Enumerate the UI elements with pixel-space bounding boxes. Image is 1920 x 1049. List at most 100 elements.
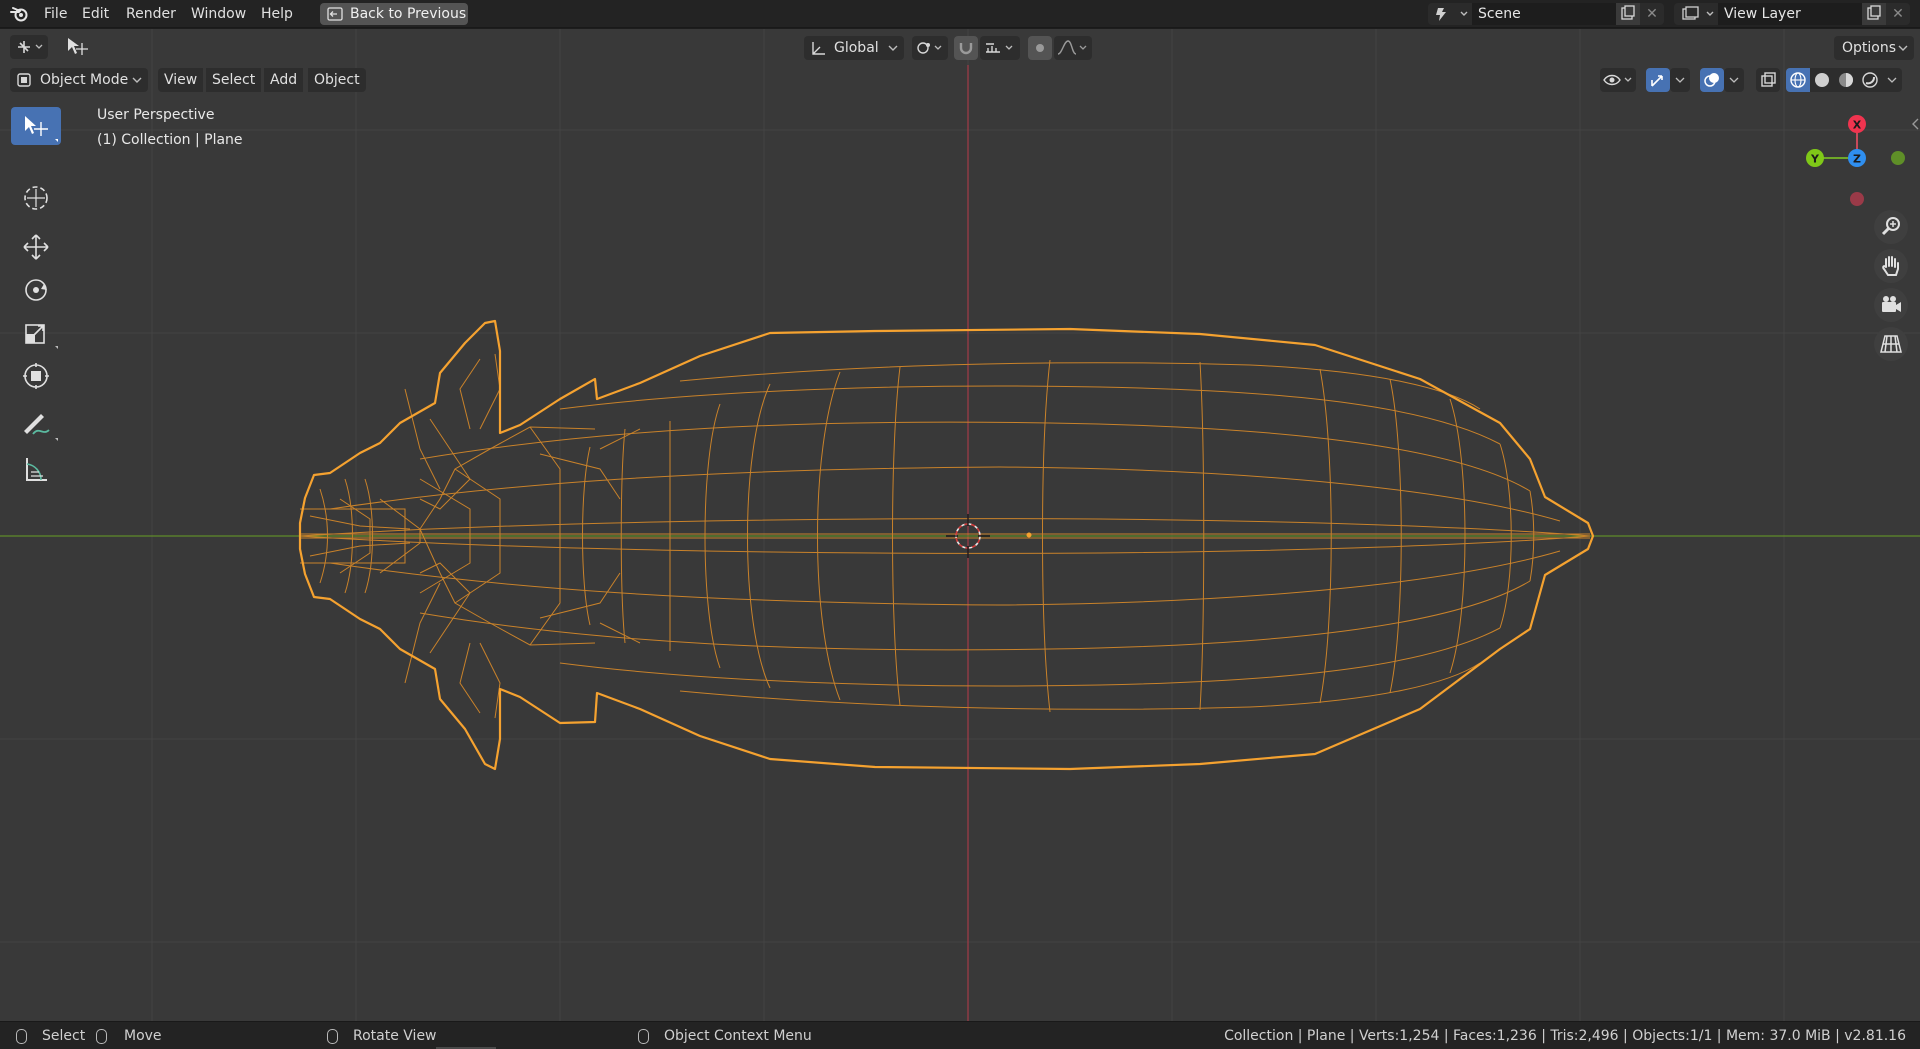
chevron-down-icon [1675,77,1685,83]
hand-icon [1882,256,1899,276]
object-mode-dropdown[interactable]: Object Mode [10,68,148,92]
overlays-toggle[interactable] [1700,68,1724,92]
xray-icon [1761,72,1776,87]
menu-window[interactable]: Window [191,0,246,28]
options-dropdown[interactable]: Options [1834,36,1914,60]
overlays-icon [1704,73,1719,87]
chevron-down-icon [1887,77,1897,83]
3d-viewport[interactable]: Global Options Object Mode View Select A… [0,29,1920,1021]
measure-tool[interactable] [11,450,61,488]
overlays-dropdown[interactable] [1724,68,1744,92]
wireframe-shading-button[interactable] [1786,68,1810,92]
rendered-shading-button[interactable] [1858,68,1882,92]
snap-target-dropdown[interactable] [980,36,1020,60]
cursor-tool-icon [24,186,48,210]
top-menu-bar: File Edit Render Window Help Back to Pre… [0,0,1920,28]
camera-view-button[interactable] [1874,288,1908,322]
pivot-point-dropdown[interactable] [912,36,948,60]
orientation-axes-icon [812,42,825,55]
solid-shading-button[interactable] [1810,68,1834,92]
gizmo-negative-y[interactable] [1891,151,1905,165]
select-box-icon [25,116,58,142]
move-tool-icon[interactable] [62,35,92,59]
mouse-right-icon [638,1029,649,1044]
mouse-middle-icon [96,1029,107,1044]
tool-settings-icon [18,41,43,53]
snap-increment-icon [986,43,1013,53]
proportional-edit-toggle[interactable] [1028,36,1052,60]
sidebar-expand-icon[interactable] [1910,117,1920,131]
pivot-icon [917,42,942,54]
menu-edit[interactable]: Edit [82,0,109,28]
zoom-view-button[interactable] [1874,210,1908,244]
gizmo-dropdown[interactable] [1670,68,1690,92]
menu-select[interactable]: Select [206,68,262,92]
view-layer-name-field[interactable]: View Layer [1718,3,1862,25]
perspective-label: User Perspective [97,107,215,123]
transform-tool[interactable] [11,357,61,395]
tool-settings-header: Global Options [0,29,1920,65]
perspective-toggle-button[interactable] [1874,327,1908,361]
options-label: Options [1842,40,1897,56]
scale-tool[interactable] [11,314,61,352]
transform-pivot-selector[interactable] [10,35,48,59]
chevron-down-icon [132,77,142,83]
annotate-tool[interactable] [11,406,61,444]
transform-icon [23,363,49,389]
camera-icon [1882,296,1901,312]
scene-close-icon[interactable]: ✕ [1640,3,1664,25]
menu-help[interactable]: Help [261,0,293,28]
object-mode-label: Object Mode [40,72,129,88]
proportional-edit-icon [1036,44,1044,52]
snap-toggle[interactable] [954,36,978,60]
chevron-down-icon [1729,77,1739,83]
grid-lines [0,29,1920,1021]
blender-logo-icon[interactable] [10,6,28,22]
menu-view[interactable]: View [158,68,204,92]
menu-add[interactable]: Add [264,68,304,92]
rotate-tool[interactable] [11,271,61,309]
view-layer-icon [1682,6,1714,20]
proportional-falloff-dropdown[interactable] [1054,36,1092,60]
gizmo-toggle[interactable] [1646,68,1670,92]
zoom-magnifier-icon [1881,217,1900,236]
rotate-icon [25,279,47,301]
back-to-previous-label: Back to Previous [350,6,467,22]
visibility-dropdown[interactable] [1600,68,1636,92]
select-box-tool[interactable] [11,107,61,145]
gizmo-negative-x[interactable] [1850,192,1864,206]
shading-dropdown[interactable] [1882,68,1902,92]
move-tool[interactable] [11,228,61,266]
scene-name-field[interactable]: Scene [1472,3,1616,25]
annotate-pencil-icon [24,414,58,441]
view-layer-new-button[interactable] [1862,3,1886,25]
move-arrows-icon [23,234,49,260]
scene-new-button[interactable] [1616,3,1640,25]
svg-text:Y: Y [1810,153,1820,166]
menu-render[interactable]: Render [126,0,176,28]
mouse-middle-drag-icon [327,1029,338,1044]
grid-perspective-icon [1880,335,1902,353]
copy-icon [1621,5,1635,20]
gizmo-icon [1651,75,1663,87]
scene-selector[interactable] [1428,3,1472,25]
pan-view-button[interactable] [1874,249,1908,283]
viewport-canvas[interactable] [0,29,1920,1021]
measure-ruler-icon [26,458,47,481]
xray-toggle[interactable] [1756,68,1780,92]
collection-info-label: (1) Collection | Plane [97,132,243,148]
orientation-label: Global [834,40,879,56]
menu-object[interactable]: Object [308,68,366,92]
view-layer-selector[interactable] [1674,3,1718,25]
status-context-hint: Object Context Menu [664,1028,812,1044]
magnet-icon [959,43,973,55]
view-layer-close-icon[interactable]: ✕ [1886,3,1910,25]
solid-sphere-icon [1815,73,1829,87]
falloff-curve-icon [1057,40,1087,55]
material-shading-button[interactable] [1834,68,1858,92]
cursor-tool[interactable] [11,179,61,217]
menu-file[interactable]: File [44,0,67,28]
transform-orientation-dropdown[interactable]: Global [804,36,904,60]
back-to-previous-button[interactable]: Back to Previous [320,3,468,25]
status-rotate-hint: Rotate View [353,1028,437,1044]
